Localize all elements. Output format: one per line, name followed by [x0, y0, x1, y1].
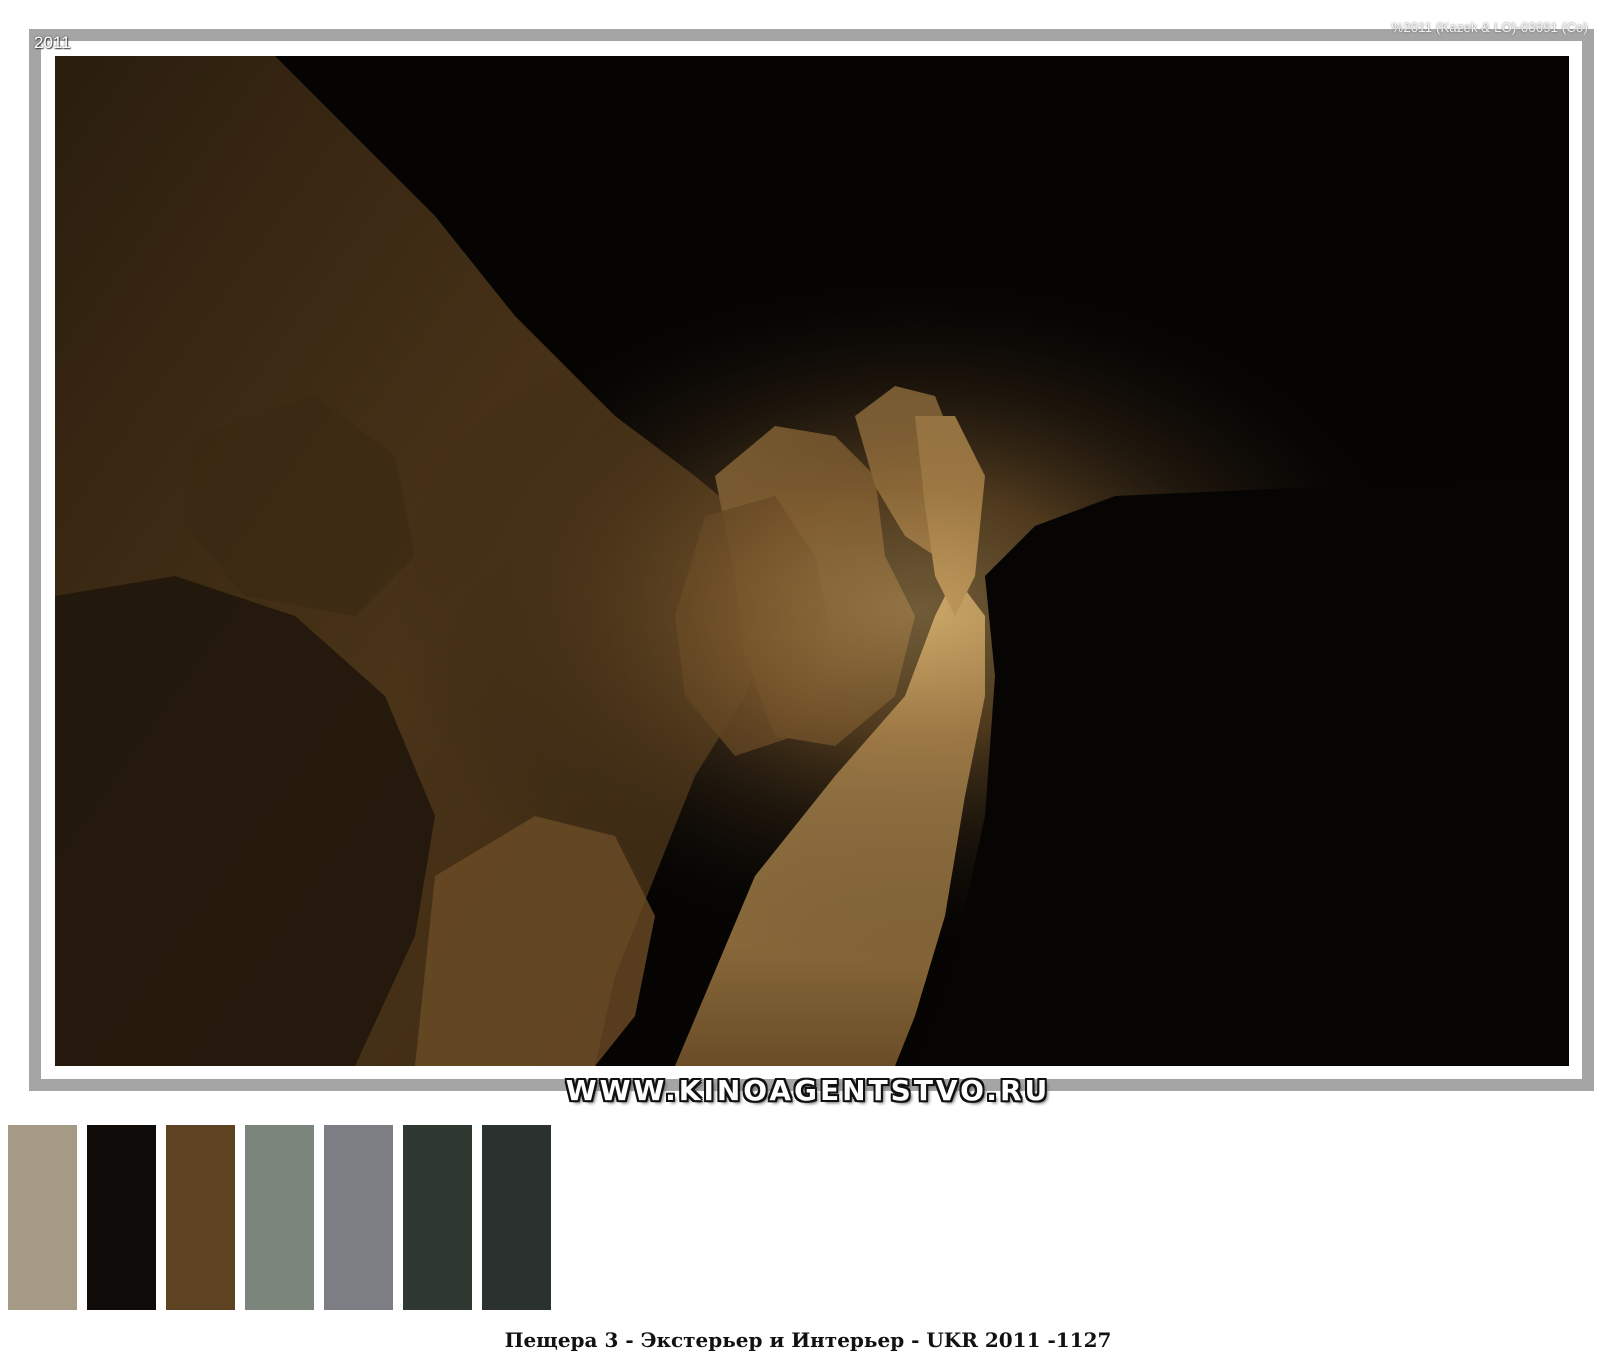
copyright-label: %2011 (Kazek & LO)-03691 (Co): [1391, 20, 1588, 35]
palette-swatch: [482, 1125, 551, 1310]
corner-year-label: 2011: [34, 33, 71, 52]
site-banner[interactable]: WWW.KINOAGENTSTVO.RU: [0, 1074, 1616, 1107]
palette-swatch: [166, 1125, 235, 1310]
palette-swatch: [87, 1125, 156, 1310]
palette-swatch: [245, 1125, 314, 1310]
cave-photo-drawing: [55, 56, 1569, 1066]
palette-swatch: [324, 1125, 393, 1310]
palette-swatch: [403, 1125, 472, 1310]
palette-swatch: [8, 1125, 77, 1310]
cave-photo: [55, 56, 1569, 1066]
image-caption: Пещера 3 - Экстерьер и Интерьер - UKR 20…: [504, 1328, 1112, 1352]
